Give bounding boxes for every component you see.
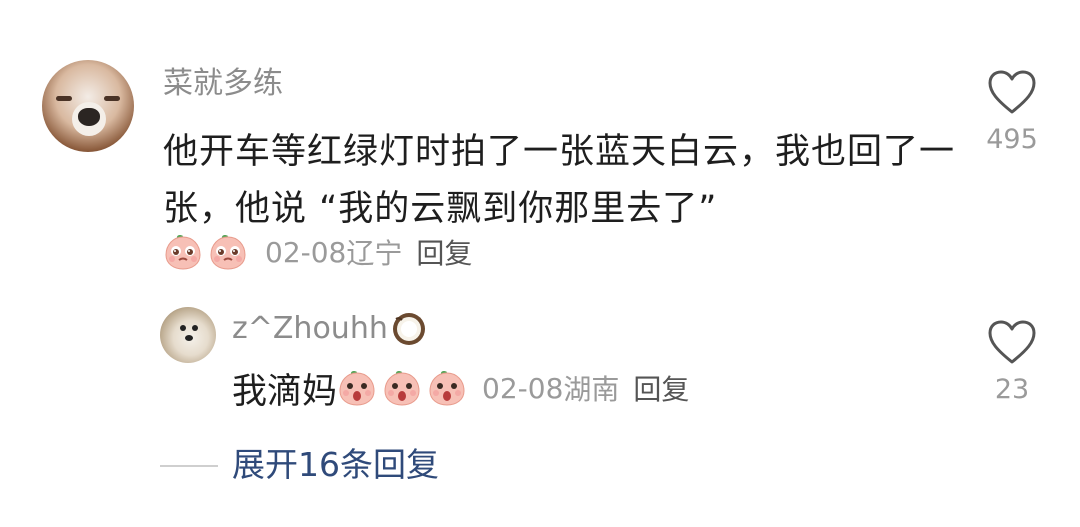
main-comment-meta: 02-08 辽宁 回复 xyxy=(163,232,472,272)
avatar-nose xyxy=(185,335,193,341)
heart-outline-icon[interactable] xyxy=(987,70,1037,116)
reply-username[interactable]: z^Zhouhh xyxy=(232,309,388,349)
main-comment-like-count: 495 xyxy=(986,124,1038,155)
peach-face-emoji xyxy=(165,235,201,270)
peach-face-emoji xyxy=(210,235,246,270)
main-comment-like-button[interactable]: 495 xyxy=(982,70,1042,155)
reply-reply-button[interactable]: 回复 xyxy=(633,368,689,408)
expand-replies-link[interactable]: 展开16条回复 xyxy=(232,442,439,488)
reply-text: 我滴妈 xyxy=(232,371,338,412)
avatar-eye-right xyxy=(104,96,120,101)
main-comment-reply-button[interactable]: 回复 xyxy=(416,232,472,272)
reply-username-row[interactable]: z^Zhouhh xyxy=(232,309,427,349)
main-comment-username[interactable]: 菜就多练 xyxy=(163,64,283,104)
peach-face-emoji xyxy=(429,371,465,406)
reply-date: 02-08 xyxy=(482,371,564,405)
avatar-eye-left xyxy=(56,96,72,101)
main-comment-avatar[interactable] xyxy=(42,60,134,152)
reply-like-button[interactable]: 23 xyxy=(982,320,1042,405)
heart-outline-icon[interactable] xyxy=(987,320,1037,366)
reply-content-row: 我滴妈 02-08 湖南 回复 xyxy=(232,366,689,412)
main-comment-location: 辽宁 xyxy=(346,237,403,270)
main-comment-text: 他开车等红绿灯时拍了一张蓝天白云，我也回了一张，他说 “我的云飘到你那里去了” xyxy=(163,132,956,229)
avatar-nose xyxy=(78,108,100,126)
expand-divider xyxy=(160,465,218,467)
reply-location: 湖南 xyxy=(563,373,620,406)
reply-like-count: 23 xyxy=(994,374,1030,405)
peach-face-emoji xyxy=(384,371,420,406)
avatar-eye-right xyxy=(192,325,198,331)
reply-avatar[interactable] xyxy=(160,307,216,363)
avatar-eye-left xyxy=(180,325,186,331)
main-comment-date: 02-08 xyxy=(265,235,347,269)
peach-face-emoji xyxy=(339,371,375,406)
coconut-emoji xyxy=(392,313,425,345)
